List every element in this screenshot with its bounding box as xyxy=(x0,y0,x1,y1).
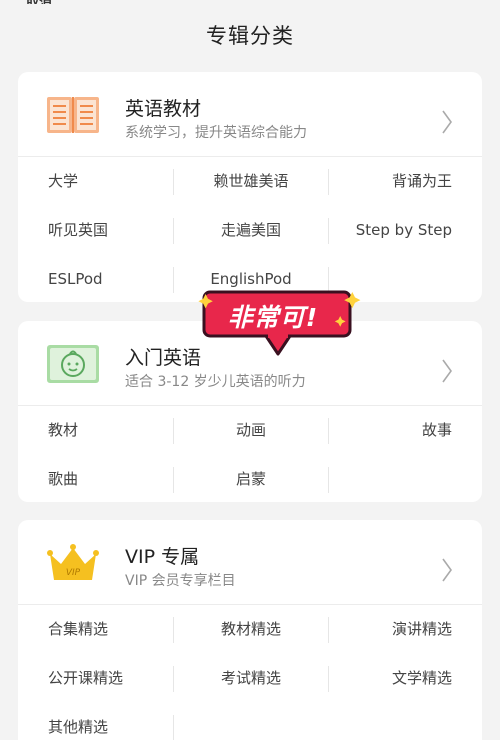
subcategory-link[interactable]: 考试精选 xyxy=(174,654,328,703)
vip-crown-icon: VIP xyxy=(47,544,99,580)
grid-row: 其他精选 xyxy=(18,703,482,740)
subcategory-link[interactable]: 走遍美国 xyxy=(174,206,328,255)
sticker-text: 非常可! xyxy=(227,303,319,332)
divider xyxy=(328,617,329,643)
chevron-right-icon[interactable] xyxy=(440,556,454,584)
subcategory-link[interactable]: 启蒙 xyxy=(174,455,328,504)
card-subtitle: 适合 3-12 岁少儿英语的听力 xyxy=(125,374,306,390)
card-header[interactable]: VIP VIP 专属 VIP 会员专享栏目 xyxy=(18,520,482,605)
subcategory-grid: 合集精选 教材精选 演讲精选 公开课精选 考试精选 文学精选 其他精选 xyxy=(18,605,482,740)
subcategory-link[interactable]: 文学精选 xyxy=(392,654,452,703)
grid-row: 公开课精选 考试精选 文学精选 xyxy=(18,654,482,703)
category-card-textbooks: 英语教材 系统学习，提升英语综合能力 大学 赖世雄美语 背诵为王 听见英国 走遍… xyxy=(18,72,482,302)
card-title: 入门英语 xyxy=(125,347,202,369)
category-card-vip: VIP VIP 专属 VIP 会员专享栏目 合集精选 教材精选 演讲精选 公开课… xyxy=(18,520,482,740)
open-book-icon xyxy=(47,97,99,133)
divider xyxy=(328,666,329,692)
subcategory-grid: 教材 动画 故事 歌曲 启蒙 xyxy=(18,406,482,504)
grid-row: 教材 动画 故事 xyxy=(18,406,482,455)
card-subtitle: 系统学习，提升英语综合能力 xyxy=(125,125,307,141)
subcategory-link[interactable]: 听见英国 xyxy=(48,206,108,255)
card-title: 英语教材 xyxy=(125,98,202,120)
divider xyxy=(328,467,329,493)
subcategory-link[interactable]: 大学 xyxy=(48,157,78,206)
divider xyxy=(328,418,329,444)
divider xyxy=(173,715,174,740)
subcategory-link[interactable]: ESLPod xyxy=(48,255,103,304)
subcategory-link[interactable]: 演讲精选 xyxy=(392,605,452,654)
card-subtitle: VIP 会员专享栏目 xyxy=(125,573,236,589)
subcategory-link[interactable]: 赖世雄美语 xyxy=(174,157,328,206)
chevron-right-icon[interactable] xyxy=(440,357,454,385)
grid-row: 听见英国 走遍美国 Step by Step xyxy=(18,206,482,255)
crown-vip-text: VIP xyxy=(66,568,81,578)
top-stub-text: 取消 xyxy=(26,0,56,4)
subcategory-link[interactable]: 动画 xyxy=(174,406,328,455)
subcategory-link[interactable]: 背诵为王 xyxy=(392,157,452,206)
sticker-badge: 非常可! xyxy=(198,288,368,360)
subcategory-link[interactable]: 教材精选 xyxy=(174,605,328,654)
page-title: 专辑分类 xyxy=(206,24,294,48)
divider xyxy=(328,169,329,195)
grid-row: 大学 赖世雄美语 背诵为王 xyxy=(18,157,482,206)
subcategory-link[interactable]: 合集精选 xyxy=(48,605,108,654)
card-header[interactable]: 英语教材 系统学习，提升英语综合能力 xyxy=(18,72,482,157)
baby-face-icon xyxy=(47,345,99,383)
subcategory-link[interactable]: 歌曲 xyxy=(48,455,78,504)
subcategory-link[interactable]: Step by Step xyxy=(356,206,452,255)
card-title: VIP 专属 xyxy=(125,546,200,568)
subcategory-link[interactable]: 公开课精选 xyxy=(48,654,123,703)
chevron-right-icon[interactable] xyxy=(440,108,454,136)
divider xyxy=(328,218,329,244)
subcategory-link[interactable]: 教材 xyxy=(48,406,78,455)
grid-row: 歌曲 启蒙 xyxy=(18,455,482,504)
subcategory-link[interactable]: 其他精选 xyxy=(48,703,108,740)
grid-row: 合集精选 教材精选 演讲精选 xyxy=(18,605,482,654)
subcategory-link[interactable]: 故事 xyxy=(422,406,452,455)
subcategory-grid: 大学 赖世雄美语 背诵为王 听见英国 走遍美国 Step by Step ESL… xyxy=(18,157,482,304)
